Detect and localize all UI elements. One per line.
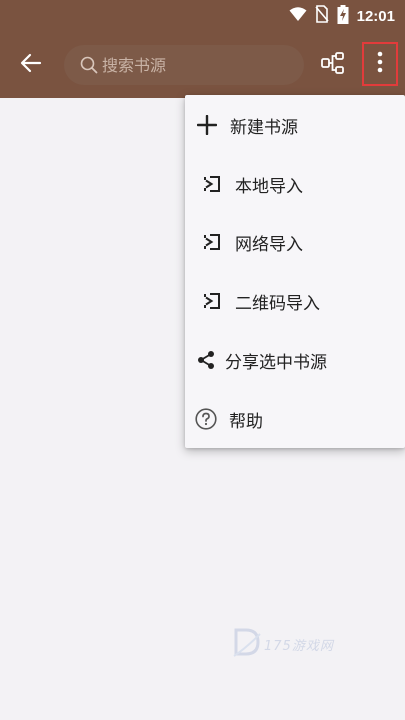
menu-item-network-import[interactable]: 网络导入 [185, 213, 405, 271]
search-input[interactable] [102, 55, 302, 75]
menu-item-help[interactable]: 帮助 [185, 390, 405, 448]
menu-item-share-selected[interactable]: 分享选中书源 [185, 331, 405, 389]
plus-icon [196, 114, 218, 136]
status-time: 12:01 [356, 7, 395, 25]
wifi-icon [289, 6, 307, 26]
arrow-left-icon [20, 53, 42, 77]
menu-item-local-import[interactable]: 本地导入 [185, 155, 405, 213]
import-icon [201, 290, 223, 312]
group-icon [321, 51, 345, 79]
group-button[interactable] [318, 49, 348, 81]
overflow-menu: 新建书源 本地导入 网络导入 二维码导入 分享选中书源 帮助 [185, 95, 405, 448]
import-icon [201, 173, 223, 195]
import-icon [201, 231, 223, 253]
status-bar: 12:01 [0, 0, 405, 32]
menu-item-label: 分享选中书源 [225, 352, 327, 373]
status-icons: 12:01 [289, 4, 395, 28]
no-sim-icon [315, 5, 329, 27]
menu-item-label: 网络导入 [235, 234, 303, 255]
toolbar [0, 32, 405, 98]
search-box[interactable] [64, 45, 304, 85]
menu-item-label: 帮助 [229, 411, 263, 432]
menu-item-label: 本地导入 [235, 176, 303, 197]
menu-item-new-source[interactable]: 新建书源 [185, 96, 405, 154]
share-icon [195, 349, 217, 371]
menu-item-label: 二维码导入 [235, 293, 320, 314]
watermark-logo-icon [232, 626, 262, 662]
back-button[interactable] [14, 49, 48, 81]
menu-item-qrcode-import[interactable]: 二维码导入 [185, 272, 405, 330]
more-vertical-icon [377, 51, 383, 77]
more-options-button[interactable] [362, 42, 398, 86]
help-icon [195, 408, 217, 430]
battery-charging-icon [337, 4, 349, 28]
menu-item-label: 新建书源 [230, 117, 298, 138]
watermark: 175游戏网 [232, 627, 334, 661]
search-icon [80, 56, 98, 74]
watermark-text: 175游戏网 [264, 638, 334, 654]
